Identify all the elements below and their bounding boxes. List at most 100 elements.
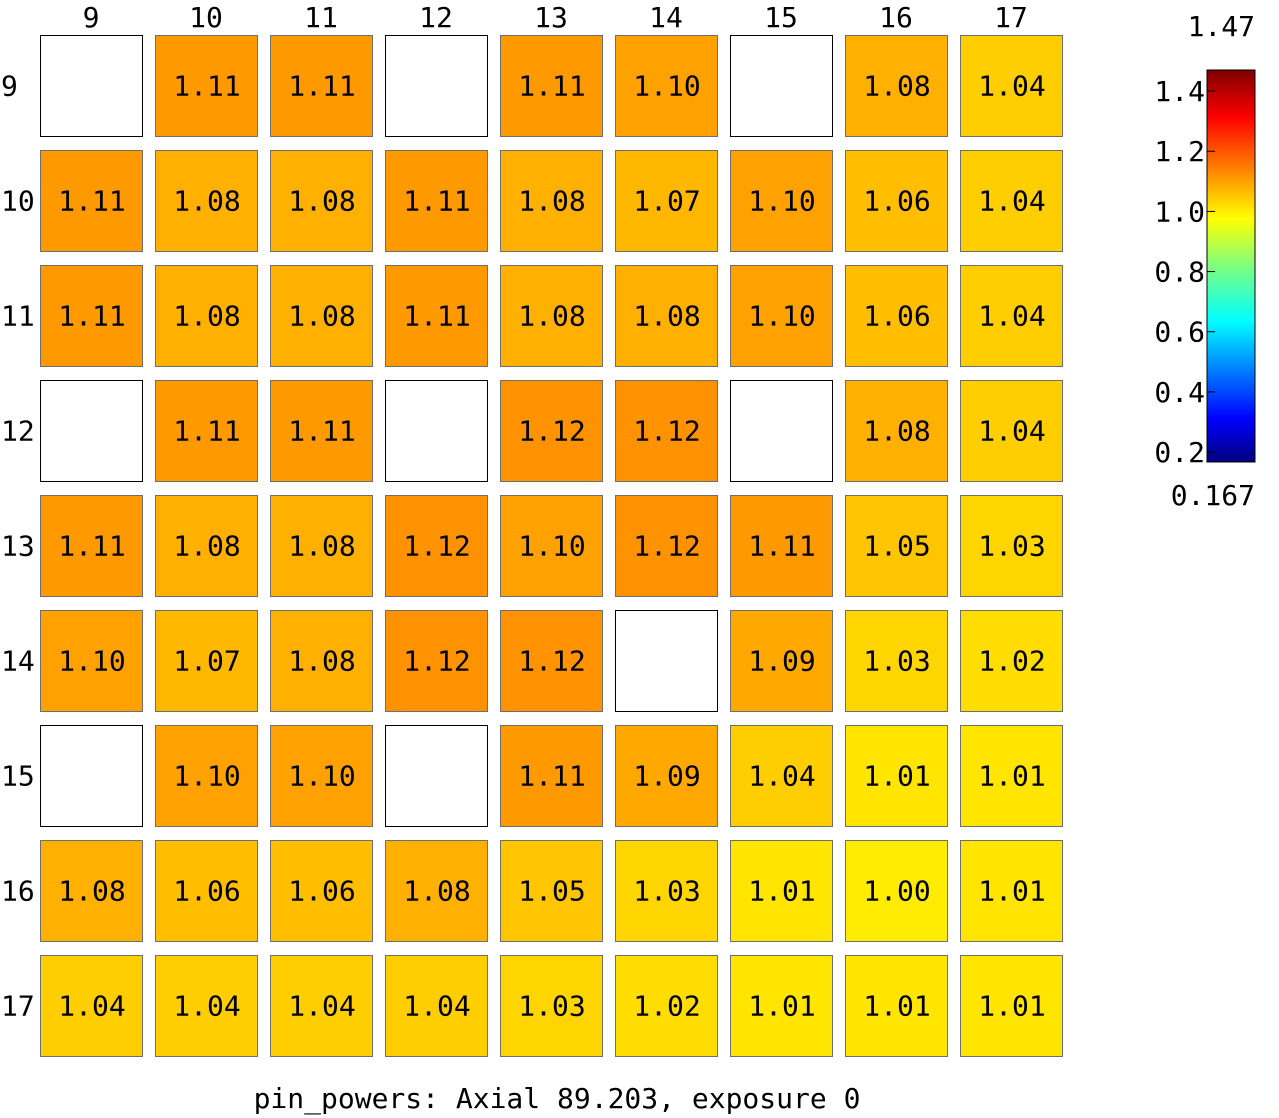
colorbar: 1.47 0.167 0.2 0.4 0.6 0.8 1.0 1.2 1.4	[1154, 10, 1256, 512]
colorbar-tick-label: 0.8	[1154, 256, 1205, 289]
empty-cell	[385, 725, 488, 827]
cell-value-label: 1.12	[403, 645, 470, 678]
empty-cell	[40, 380, 143, 482]
column-label: 16	[879, 1, 913, 34]
colorbar-tick-label: 0.2	[1154, 436, 1205, 469]
row-label: 9	[1, 70, 18, 103]
cell-value-label: 1.04	[288, 990, 355, 1023]
cell-value-label: 1.08	[58, 875, 125, 908]
empty-cell	[730, 380, 833, 482]
colorbar-tick-label: 1.2	[1154, 135, 1205, 168]
cell-value-label: 1.08	[173, 185, 240, 218]
cell-value-label: 1.08	[518, 185, 585, 218]
cell-value-label: 1.05	[863, 530, 930, 563]
cell-value-label: 1.06	[863, 300, 930, 333]
cell-value-label: 1.07	[173, 645, 240, 678]
cell-value-label: 1.04	[748, 760, 815, 793]
column-label: 9	[83, 1, 100, 34]
cell-value-label: 1.10	[748, 185, 815, 218]
empty-cell	[385, 380, 488, 482]
cell-value-label: 1.10	[173, 760, 240, 793]
cell-value-label: 1.01	[748, 990, 815, 1023]
column-label: 15	[764, 1, 798, 34]
cell-value-label: 1.11	[403, 300, 470, 333]
cell-value-label: 1.08	[863, 415, 930, 448]
row-label: 13	[1, 530, 35, 563]
cell-value-label: 1.08	[633, 300, 700, 333]
row-labels: 9 10 11 12 13 14 15 16 17	[1, 70, 35, 1023]
colorbar-ticks: 0.2 0.4 0.6 0.8 1.0 1.2 1.4	[1154, 75, 1215, 469]
cell-value-label: 1.11	[58, 185, 125, 218]
cell-value-label: 1.03	[863, 645, 930, 678]
cell-value-label: 1.12	[403, 530, 470, 563]
cell-value-label: 1.07	[633, 185, 700, 218]
cell-value-label: 1.12	[518, 415, 585, 448]
cell-value-label: 1.03	[978, 530, 1045, 563]
cell-value-label: 1.12	[633, 530, 700, 563]
cell-value-label: 1.10	[748, 300, 815, 333]
cell-value-label: 1.09	[633, 760, 700, 793]
column-labels: 9 10 11 12 13 14 15 16 17	[83, 1, 1028, 34]
cell-value-label: 1.11	[288, 415, 355, 448]
cell-value-label: 1.11	[748, 530, 815, 563]
cell-value-label: 1.08	[518, 300, 585, 333]
cell-value-label: 1.04	[978, 70, 1045, 103]
cell-value-label: 1.01	[978, 990, 1045, 1023]
column-label: 17	[994, 1, 1028, 34]
colorbar-gradient	[1206, 69, 1256, 463]
cell-value-label: 1.10	[58, 645, 125, 678]
pin-power-map: 9 10 11 12 13 14 15 16 17 9 10 11 12 13 14 15 16 17 1.11…	[1, 1, 1256, 1116]
cell-value-label: 1.11	[518, 70, 585, 103]
colorbar-tick-label: 1.4	[1154, 75, 1205, 108]
cell-value-label: 1.06	[173, 875, 240, 908]
colorbar-tick-label: 0.4	[1154, 376, 1205, 409]
cell-value-label: 1.08	[288, 185, 355, 218]
empty-cell	[385, 35, 488, 137]
cell-value-label: 1.04	[403, 990, 470, 1023]
cell-value-label: 1.03	[633, 875, 700, 908]
empty-cell	[615, 610, 718, 712]
column-label: 10	[189, 1, 223, 34]
column-label: 14	[649, 1, 683, 34]
cell-value-label: 1.01	[863, 990, 930, 1023]
cell-value-label: 1.08	[288, 645, 355, 678]
cell-value-label: 1.11	[518, 760, 585, 793]
column-label: 11	[304, 1, 338, 34]
row-label: 14	[1, 645, 35, 678]
cell-value-label: 1.05	[518, 875, 585, 908]
cell-value-label: 1.09	[748, 645, 815, 678]
cell-value-label: 1.01	[748, 875, 815, 908]
cell-value-label: 1.08	[403, 875, 470, 908]
cell-value-label: 1.06	[288, 875, 355, 908]
cell-value-label: 1.11	[288, 70, 355, 103]
cell-value-label: 1.03	[518, 990, 585, 1023]
cell-value-label: 1.04	[58, 990, 125, 1023]
row-label: 15	[1, 760, 35, 793]
cell-value-label: 1.02	[633, 990, 700, 1023]
cell-value-label: 1.11	[173, 415, 240, 448]
cell-value-label: 1.04	[978, 185, 1045, 218]
cell-value-label: 1.08	[863, 70, 930, 103]
cell-value-label: 1.01	[978, 875, 1045, 908]
cell-value-label: 1.04	[173, 990, 240, 1023]
cell-value-label: 1.01	[863, 760, 930, 793]
cell-value-label: 1.11	[58, 300, 125, 333]
column-label: 13	[534, 1, 568, 34]
cell-value-label: 1.08	[173, 300, 240, 333]
cell-value-label: 1.11	[58, 530, 125, 563]
empty-cell	[730, 35, 833, 137]
row-label: 10	[1, 185, 35, 218]
colorbar-tick-label: 1.0	[1154, 195, 1205, 228]
row-label: 12	[1, 415, 35, 448]
cell-value-label: 1.02	[978, 645, 1045, 678]
cell-value-label: 1.12	[518, 645, 585, 678]
column-label: 12	[419, 1, 453, 34]
cell-value-label: 1.10	[288, 760, 355, 793]
cell-value-label: 1.08	[173, 530, 240, 563]
cell-value-label: 1.12	[633, 415, 700, 448]
empty-cell	[40, 725, 143, 827]
row-label: 17	[1, 990, 35, 1023]
cell-value-label: 1.00	[863, 875, 930, 908]
empty-cell	[40, 35, 143, 137]
cell-value-label: 1.08	[288, 530, 355, 563]
